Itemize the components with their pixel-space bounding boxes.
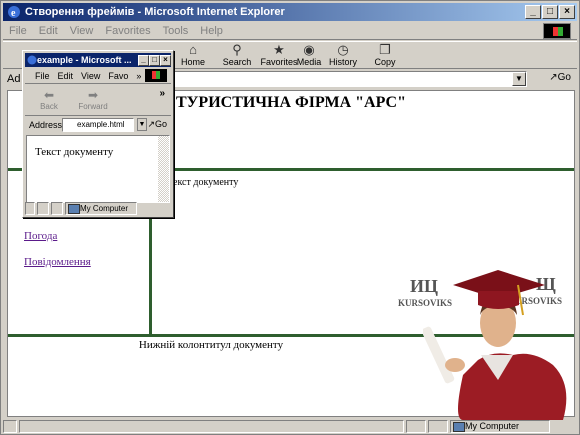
popup-menu-favorites[interactable]: Favo [108, 71, 128, 81]
history-label: History [328, 57, 357, 67]
nav-link-messages[interactable]: Повідомлення [24, 256, 91, 268]
status-text [19, 420, 404, 433]
copy-icon: ❐ [379, 42, 391, 57]
chevron-down-icon[interactable]: ▼ [137, 118, 147, 131]
search-icon: ⚲ [232, 42, 242, 57]
go-label: Go [557, 72, 571, 83]
popup-menu-file[interactable]: File [35, 71, 50, 81]
toolbar-more[interactable]: » [159, 88, 165, 99]
popup-go-label: Go [154, 119, 167, 129]
chevron-down-icon[interactable]: ▼ [512, 72, 526, 86]
popup-zone-indicator: My Computer [65, 202, 137, 215]
popup-address-value: example.html [77, 120, 125, 129]
graduate-image [423, 270, 567, 420]
history-button[interactable]: ◷ History [321, 43, 365, 69]
popup-menu-view[interactable]: View [81, 71, 100, 81]
status-cell [428, 420, 448, 433]
menu-file[interactable]: File [9, 25, 27, 37]
menu-bar: File Edit View Favorites Tools Help [3, 22, 577, 40]
menu-tools[interactable]: Tools [163, 25, 189, 37]
popup-status-bar: My Computer [25, 202, 171, 215]
title-bar[interactable]: e Створення фреймів - Microsoft Internet… [3, 3, 577, 21]
footer-text: Нижній колонтитул документу [138, 339, 284, 351]
menu-view[interactable]: View [70, 25, 94, 37]
forward-label: Forward [78, 102, 108, 111]
maximize-button[interactable]: □ [542, 5, 558, 19]
popup-minimize-button[interactable]: _ [138, 54, 149, 66]
popup-toolbar: ⬅ Back ➡ Forward » [25, 86, 171, 116]
ie-icon [27, 55, 37, 65]
status-cell [25, 202, 35, 215]
nav-link-weather[interactable]: Погода [24, 230, 57, 242]
go-button[interactable]: ↗Go [549, 72, 571, 83]
popup-address-bar: Address example.html ▼ ↗Go [25, 117, 171, 133]
status-cell [37, 202, 49, 215]
popup-title-bar[interactable]: example - Microsoft ... _ □ × [25, 53, 171, 67]
back-button[interactable]: ⬅ Back [31, 88, 67, 111]
popup-go-button[interactable]: ↗Go [147, 119, 167, 130]
popup-title: example - Microsoft ... [37, 55, 132, 65]
forward-button[interactable]: ➡ Forward [75, 88, 111, 111]
zone-indicator: My Computer [450, 420, 550, 433]
page-icon [3, 420, 17, 433]
favorites-icon: ★ [273, 42, 285, 57]
main-text: екст документу [173, 177, 239, 188]
popup-menu-bar: File Edit View Favo » [25, 68, 171, 84]
copy-button[interactable]: ❐ Copy [363, 43, 407, 69]
forward-arrow-icon: ➡ [87, 88, 99, 102]
menu-edit[interactable]: Edit [39, 25, 58, 37]
search-label: Search [222, 57, 252, 67]
popup-close-button[interactable]: × [160, 54, 171, 66]
minimize-button[interactable]: _ [525, 5, 541, 19]
popup-content: Текст документу [26, 135, 170, 203]
window-title: Створення фреймів - Microsoft Internet E… [25, 6, 285, 18]
popup-address-input[interactable]: example.html [62, 118, 134, 132]
home-label: Home [180, 57, 205, 67]
ie-icon: e [8, 6, 20, 19]
popup-address-label: Address [29, 120, 63, 130]
popup-maximize-button[interactable]: □ [149, 54, 160, 66]
history-icon: ◷ [337, 42, 349, 57]
media-icon: ◉ [303, 42, 315, 57]
home-button[interactable]: ⌂ Home [171, 43, 215, 69]
popup-window[interactable]: example - Microsoft ... _ □ × File Edit … [22, 50, 174, 218]
menu-help[interactable]: Help [200, 25, 223, 37]
status-bar: My Computer [3, 419, 577, 434]
search-button[interactable]: ⚲ Search [215, 43, 259, 69]
close-button[interactable]: × [559, 5, 575, 19]
svg-text:e: e [11, 8, 16, 19]
status-cell [51, 202, 63, 215]
back-label: Back [40, 102, 58, 111]
status-cell [406, 420, 426, 433]
copy-label: Copy [374, 57, 396, 67]
popup-menu-edit[interactable]: Edit [58, 71, 74, 81]
windows-logo-icon [543, 23, 571, 39]
menu-favorites[interactable]: Favorites [105, 25, 150, 37]
popup-scrollbar[interactable] [158, 136, 169, 202]
media-label: Media [296, 57, 322, 67]
popup-menu-more[interactable]: » [136, 71, 141, 81]
windows-logo-icon [145, 69, 167, 82]
popup-content-text: Текст документу [35, 146, 114, 158]
address-label: Ad [7, 73, 21, 85]
home-icon: ⌂ [189, 42, 197, 57]
back-arrow-icon: ⬅ [43, 88, 55, 102]
